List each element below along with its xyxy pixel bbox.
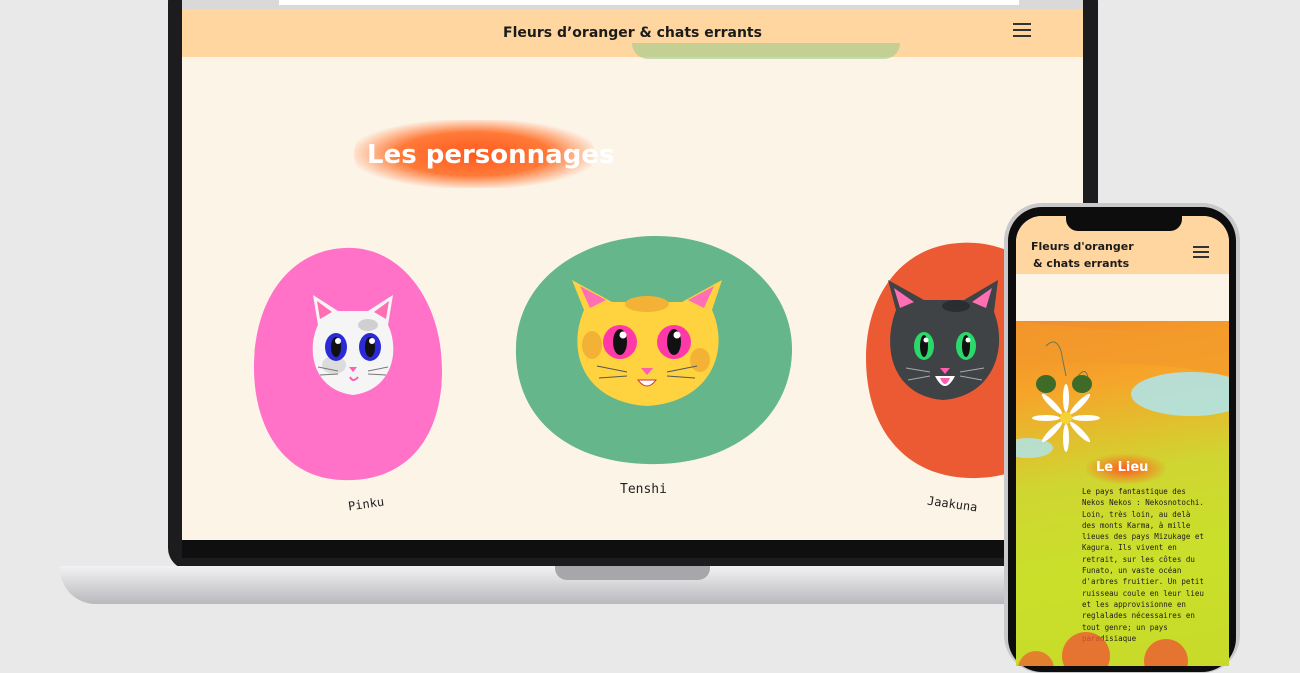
hero-shape (632, 43, 900, 59)
menu-icon[interactable] (1193, 246, 1209, 258)
character-name-pinku: Pinku (347, 494, 385, 514)
laptop-screen: Fleurs d’oranger & chats errants Les per… (182, 0, 1083, 540)
phone-section-title: Le Lieu (1096, 460, 1149, 475)
site-title: Fleurs d’oranger & chats errants (503, 25, 762, 41)
phone-hero-decoration (1016, 321, 1229, 458)
phone-footer-decoration (1018, 632, 1188, 666)
phone-site-title-line2: & chats errants (1033, 257, 1130, 270)
character-name-tenshi: Tenshi (620, 482, 667, 497)
laptop-trackpad-notch (555, 566, 710, 580)
character-card-tenshi[interactable] (512, 232, 797, 472)
character-card-pinku[interactable] (250, 240, 450, 490)
daisy-flower-icon (1032, 384, 1100, 452)
browser-bar (182, 0, 1083, 9)
character-name-jaakuna: Jaakuna (926, 493, 979, 515)
phone-notch (1066, 213, 1182, 231)
laptop-bezel-bottom (182, 540, 1083, 558)
cloud-shape (1131, 372, 1229, 416)
phone-site-title-line1: Fleurs d'oranger (1031, 240, 1134, 253)
menu-icon[interactable] (1013, 23, 1031, 37)
phone-screen: Fleurs d'oranger & chats errants Le Lieu… (1016, 216, 1229, 666)
section-title: Les personnages (367, 140, 615, 170)
site-header: Fleurs d’oranger & chats errants (182, 9, 1083, 57)
browser-url-bar[interactable] (279, 0, 1019, 5)
